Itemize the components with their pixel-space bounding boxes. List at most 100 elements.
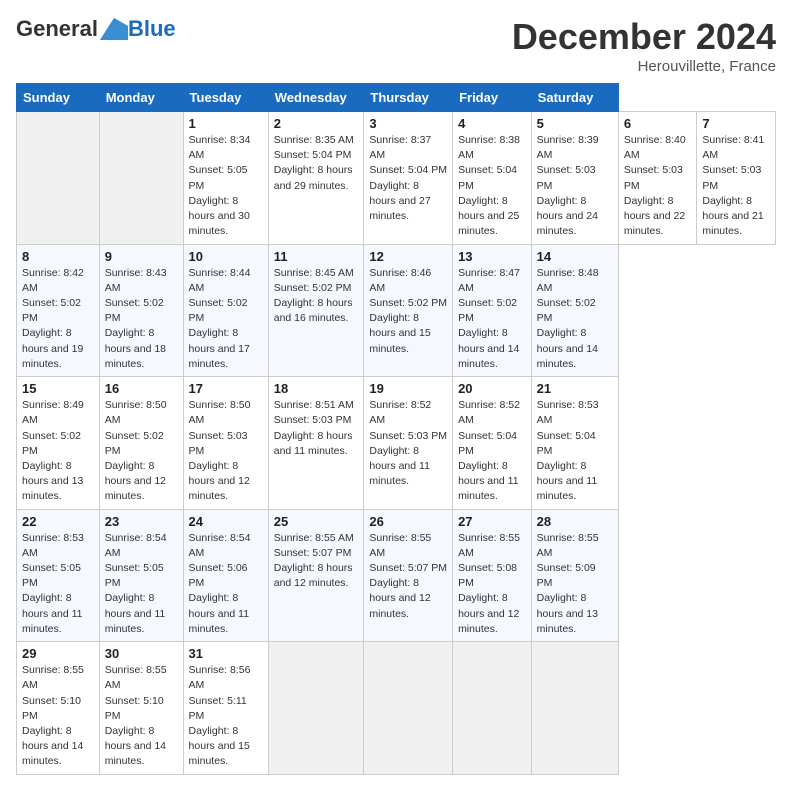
day-info: Sunrise: 8:40 AMSunset: 5:03 PMDaylight:…: [624, 133, 692, 240]
logo-icon: [100, 18, 128, 40]
location: Herouvillette, France: [512, 58, 776, 75]
calendar-cell: 9 Sunrise: 8:43 AMSunset: 5:02 PMDaylight…: [99, 244, 183, 377]
day-number: 23: [105, 514, 178, 529]
day-info: Sunrise: 8:55 AMSunset: 5:10 PMDaylight:…: [105, 663, 178, 770]
calendar-cell: [531, 642, 618, 775]
calendar-cell: [364, 642, 453, 775]
day-info: Sunrise: 8:51 AMSunset: 5:03 PMDaylight:…: [274, 398, 359, 459]
day-info: Sunrise: 8:48 AMSunset: 5:02 PMDaylight:…: [537, 266, 613, 373]
calendar-cell: 7 Sunrise: 8:41 AMSunset: 5:03 PMDaylight…: [697, 112, 776, 245]
logo: General Blue: [16, 16, 176, 42]
calendar-cell: 28 Sunrise: 8:55 AMSunset: 5:09 PMDayligh…: [531, 509, 618, 642]
day-info: Sunrise: 8:54 AMSunset: 5:06 PMDaylight:…: [189, 531, 263, 638]
day-info: Sunrise: 8:35 AMSunset: 5:04 PMDaylight:…: [274, 133, 359, 194]
day-info: Sunrise: 8:55 AMSunset: 5:07 PMDaylight:…: [274, 531, 359, 592]
day-info: Sunrise: 8:45 AMSunset: 5:02 PMDaylight:…: [274, 266, 359, 327]
day-number: 4: [458, 116, 526, 131]
day-number: 10: [189, 249, 263, 264]
day-number: 15: [22, 381, 94, 396]
calendar-cell: 12Sunrise: 8:46 AMSunset: 5:02 PMDayligh…: [364, 244, 453, 377]
day-header-friday: Friday: [453, 84, 532, 112]
day-header-saturday: Saturday: [531, 84, 618, 112]
calendar-cell: 20Sunrise: 8:52 AMSunset: 5:04 PMDayligh…: [453, 377, 532, 510]
day-info: Sunrise: 8:52 AMSunset: 5:03 PMDaylight:…: [369, 398, 447, 489]
day-number: 22: [22, 514, 94, 529]
day-number: 27: [458, 514, 526, 529]
day-info: Sunrise: 8:37 AMSunset: 5:04 PMDaylight:…: [369, 133, 447, 224]
page-header: General Blue December 2024 Herouvillette…: [16, 16, 776, 75]
day-number: 1: [189, 116, 263, 131]
day-info: Sunrise: 8:49 AMSunset: 5:02 PMDaylight:…: [22, 398, 94, 505]
calendar-table: SundayMondayTuesdayWednesdayThursdayFrid…: [16, 83, 776, 775]
day-info: Sunrise: 8:55 AMSunset: 5:08 PMDaylight:…: [458, 531, 526, 638]
calendar-cell: 15 Sunrise: 8:49 AMSunset: 5:02 PMDayligh…: [17, 377, 100, 510]
day-number: 21: [537, 381, 613, 396]
day-info: Sunrise: 8:43 AMSunset: 5:02 PMDaylight:…: [105, 266, 178, 373]
day-number: 5: [537, 116, 613, 131]
calendar-cell: 26 Sunrise: 8:55 AMSunset: 5:07 PMDayligh…: [364, 509, 453, 642]
calendar-cell: [453, 642, 532, 775]
day-info: Sunrise: 8:47 AMSunset: 5:02 PMDaylight:…: [458, 266, 526, 373]
day-number: 14: [537, 249, 613, 264]
logo-blue-text: Blue: [128, 16, 176, 42]
day-header-wednesday: Wednesday: [268, 84, 364, 112]
calendar-cell: 22Sunrise: 8:53 AMSunset: 5:05 PMDayligh…: [17, 509, 100, 642]
day-info: Sunrise: 8:50 AMSunset: 5:02 PMDaylight:…: [105, 398, 178, 505]
day-info: Sunrise: 8:38 AMSunset: 5:04 PMDaylight:…: [458, 133, 526, 240]
day-number: 25: [274, 514, 359, 529]
day-number: 9: [105, 249, 178, 264]
day-header-thursday: Thursday: [364, 84, 453, 112]
calendar-cell: 13 Sunrise: 8:47 AMSunset: 5:02 PMDayligh…: [453, 244, 532, 377]
calendar-cell: 11 Sunrise: 8:45 AMSunset: 5:02 PMDayligh…: [268, 244, 364, 377]
day-number: 12: [369, 249, 447, 264]
day-number: 19: [369, 381, 447, 396]
day-number: 11: [274, 249, 359, 264]
day-number: 7: [702, 116, 770, 131]
month-title: December 2024: [512, 16, 776, 58]
day-number: 30: [105, 646, 178, 661]
day-info: Sunrise: 8:42 AMSunset: 5:02 PMDaylight:…: [22, 266, 94, 373]
day-info: Sunrise: 8:41 AMSunset: 5:03 PMDaylight:…: [702, 133, 770, 240]
day-info: Sunrise: 8:50 AMSunset: 5:03 PMDaylight:…: [189, 398, 263, 505]
day-number: 24: [189, 514, 263, 529]
calendar-cell: 16Sunrise: 8:50 AMSunset: 5:02 PMDayligh…: [99, 377, 183, 510]
title-block: December 2024 Herouvillette, France: [512, 16, 776, 75]
calendar-cell: 31 Sunrise: 8:56 AMSunset: 5:11 PMDayligh…: [183, 642, 268, 775]
day-info: Sunrise: 8:55 AMSunset: 5:07 PMDaylight:…: [369, 531, 447, 622]
calendar-cell: 6Sunrise: 8:40 AMSunset: 5:03 PMDaylight…: [618, 112, 697, 245]
day-info: Sunrise: 8:54 AMSunset: 5:05 PMDaylight:…: [105, 531, 178, 638]
calendar-cell: 23 Sunrise: 8:54 AMSunset: 5:05 PMDayligh…: [99, 509, 183, 642]
day-number: 31: [189, 646, 263, 661]
calendar-cell: 29Sunrise: 8:55 AMSunset: 5:10 PMDayligh…: [17, 642, 100, 775]
calendar-cell: 24 Sunrise: 8:54 AMSunset: 5:06 PMDayligh…: [183, 509, 268, 642]
calendar-cell: 19 Sunrise: 8:52 AMSunset: 5:03 PMDayligh…: [364, 377, 453, 510]
calendar-cell: 14 Sunrise: 8:48 AMSunset: 5:02 PMDayligh…: [531, 244, 618, 377]
calendar-cell: 30 Sunrise: 8:55 AMSunset: 5:10 PMDayligh…: [99, 642, 183, 775]
logo-general-text: General: [16, 16, 98, 42]
day-info: Sunrise: 8:44 AMSunset: 5:02 PMDaylight:…: [189, 266, 263, 373]
day-info: Sunrise: 8:52 AMSunset: 5:04 PMDaylight:…: [458, 398, 526, 505]
calendar-cell: 21 Sunrise: 8:53 AMSunset: 5:04 PMDayligh…: [531, 377, 618, 510]
day-number: 28: [537, 514, 613, 529]
day-number: 17: [189, 381, 263, 396]
day-info: Sunrise: 8:39 AMSunset: 5:03 PMDaylight:…: [537, 133, 613, 240]
calendar-cell: 8 Sunrise: 8:42 AMSunset: 5:02 PMDaylight…: [17, 244, 100, 377]
calendar-cell: 25 Sunrise: 8:55 AMSunset: 5:07 PMDayligh…: [268, 509, 364, 642]
day-number: 3: [369, 116, 447, 131]
calendar-cell: [268, 642, 364, 775]
day-number: 13: [458, 249, 526, 264]
empty-cell: [99, 112, 183, 245]
day-number: 8: [22, 249, 94, 264]
day-info: Sunrise: 8:55 AMSunset: 5:09 PMDaylight:…: [537, 531, 613, 638]
day-info: Sunrise: 8:34 AMSunset: 5:05 PMDaylight:…: [189, 133, 263, 240]
calendar-cell: 4 Sunrise: 8:38 AMSunset: 5:04 PMDaylight…: [453, 112, 532, 245]
calendar-cell: 27 Sunrise: 8:55 AMSunset: 5:08 PMDayligh…: [453, 509, 532, 642]
day-header-monday: Monday: [99, 84, 183, 112]
day-number: 26: [369, 514, 447, 529]
calendar-cell: 3 Sunrise: 8:37 AMSunset: 5:04 PMDaylight…: [364, 112, 453, 245]
calendar-cell: 1 Sunrise: 8:34 AMSunset: 5:05 PMDaylight…: [183, 112, 268, 245]
day-info: Sunrise: 8:53 AMSunset: 5:04 PMDaylight:…: [537, 398, 613, 505]
day-info: Sunrise: 8:56 AMSunset: 5:11 PMDaylight:…: [189, 663, 263, 770]
calendar-cell: 17 Sunrise: 8:50 AMSunset: 5:03 PMDayligh…: [183, 377, 268, 510]
day-number: 2: [274, 116, 359, 131]
